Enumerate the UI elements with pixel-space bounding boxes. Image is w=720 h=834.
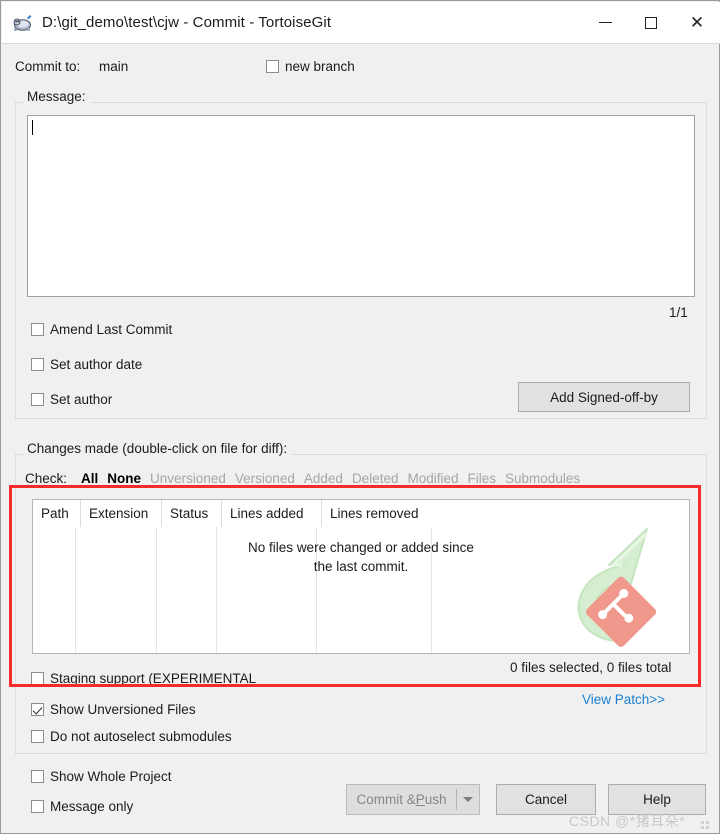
- show-unversioned-files-label: Show Unversioned Files: [50, 702, 196, 717]
- do-not-autoselect-submodules-checkbox-box: [31, 730, 44, 743]
- chevron-down-icon[interactable]: [457, 785, 479, 814]
- check-link-none[interactable]: None: [107, 471, 141, 486]
- staging-support-label: Staging support (EXPERIMENTAL: [50, 671, 257, 686]
- commit-and-push-split-button[interactable]: Commit & Push: [346, 784, 480, 815]
- changes-made-group-title: Changes made (double-click on file for d…: [23, 441, 292, 456]
- check-link-deleted[interactable]: Deleted: [352, 471, 399, 486]
- check-link-files[interactable]: Files: [468, 471, 497, 486]
- column-header-lines-added[interactable]: Lines added: [222, 500, 322, 527]
- show-whole-project-checkbox[interactable]: Show Whole Project: [31, 769, 172, 784]
- message-only-label: Message only: [50, 799, 134, 814]
- check-link-all[interactable]: All: [81, 471, 98, 486]
- check-label: Check:: [25, 471, 68, 486]
- amend-last-commit-label: Amend Last Commit: [50, 322, 173, 337]
- file-list[interactable]: Path Extension Status Lines added Lines …: [32, 499, 690, 654]
- amend-last-commit-checkbox[interactable]: Amend Last Commit: [31, 322, 172, 337]
- message-only-checkbox-box: [31, 800, 44, 813]
- set-author-checkbox[interactable]: Set author: [31, 392, 112, 407]
- minimize-button[interactable]: [582, 2, 628, 43]
- check-link-submodules[interactable]: Submodules: [505, 471, 580, 486]
- show-unversioned-files-checkbox[interactable]: Show Unversioned Files: [31, 702, 196, 717]
- commit-and-push-prefix: Commit &: [356, 792, 416, 807]
- show-whole-project-checkbox-box: [31, 770, 44, 783]
- commit-dialog-window: D:\git_demo\test\cjw - Commit - Tortoise…: [0, 0, 720, 834]
- files-total-status: 0 files selected, 0 files total: [510, 660, 672, 675]
- show-whole-project-label: Show Whole Project: [50, 769, 172, 784]
- new-branch-checkbox-box: [266, 60, 279, 73]
- check-link-versioned[interactable]: Versioned: [235, 471, 295, 486]
- set-author-date-checkbox[interactable]: Set author date: [31, 357, 142, 372]
- window-controls: ✕: [582, 2, 720, 43]
- commit-and-push-accelerator: P: [415, 792, 425, 807]
- set-author-date-label: Set author date: [50, 357, 143, 372]
- message-only-checkbox[interactable]: Message only: [31, 799, 133, 814]
- commit-to-label: Commit to:: [15, 59, 81, 74]
- check-link-added[interactable]: Added: [304, 471, 343, 486]
- tortoisegit-logo: [547, 519, 685, 651]
- column-header-path[interactable]: Path: [33, 500, 81, 527]
- message-counter: 1/1: [669, 305, 688, 320]
- set-author-date-checkbox-box: [31, 358, 44, 371]
- amend-last-commit-checkbox-box: [31, 323, 44, 336]
- view-patch-link[interactable]: View Patch>>: [582, 692, 665, 707]
- message-group-title: Message:: [23, 89, 90, 104]
- commit-and-push-suffix: ush: [424, 792, 447, 807]
- column-header-extension[interactable]: Extension: [81, 500, 162, 527]
- title-bar-separator: [2, 43, 720, 44]
- set-author-checkbox-box: [31, 393, 44, 406]
- check-link-unversioned[interactable]: Unversioned: [150, 471, 226, 486]
- close-button[interactable]: ✕: [674, 2, 720, 43]
- commit-to-branch[interactable]: main: [99, 59, 128, 74]
- set-author-label: Set author: [50, 392, 113, 407]
- tortoisegit-icon: [12, 12, 34, 34]
- do-not-autoselect-submodules-label: Do not autoselect submodules: [50, 729, 232, 744]
- staging-support-checkbox[interactable]: Staging support (EXPERIMENTAL: [31, 671, 256, 686]
- commit-message-input[interactable]: [27, 115, 695, 297]
- title-bar: D:\git_demo\test\cjw - Commit - Tortoise…: [2, 2, 720, 43]
- column-header-lines-removed[interactable]: Lines removed: [322, 500, 437, 527]
- maximize-button[interactable]: [628, 2, 674, 43]
- staging-support-checkbox-box: [31, 672, 44, 685]
- window-title: D:\git_demo\test\cjw - Commit - Tortoise…: [42, 14, 332, 31]
- new-branch-label: new branch: [285, 59, 355, 74]
- check-link-modified[interactable]: Modified: [407, 471, 458, 486]
- check-links-row: Check: All None Unversioned Versioned Ad…: [25, 471, 589, 486]
- commit-and-push-button[interactable]: Commit & Push: [347, 785, 456, 814]
- column-header-status[interactable]: Status: [162, 500, 222, 527]
- watermark-dots: [701, 821, 713, 831]
- new-branch-checkbox[interactable]: new branch: [266, 59, 355, 74]
- do-not-autoselect-submodules-checkbox[interactable]: Do not autoselect submodules: [31, 729, 232, 744]
- text-caret: [32, 120, 33, 135]
- csdn-watermark: CSDN @*猪耳朵*: [569, 813, 686, 829]
- add-signed-off-by-button[interactable]: Add Signed-off-by: [518, 382, 690, 412]
- show-unversioned-files-checkbox-box: [31, 703, 44, 716]
